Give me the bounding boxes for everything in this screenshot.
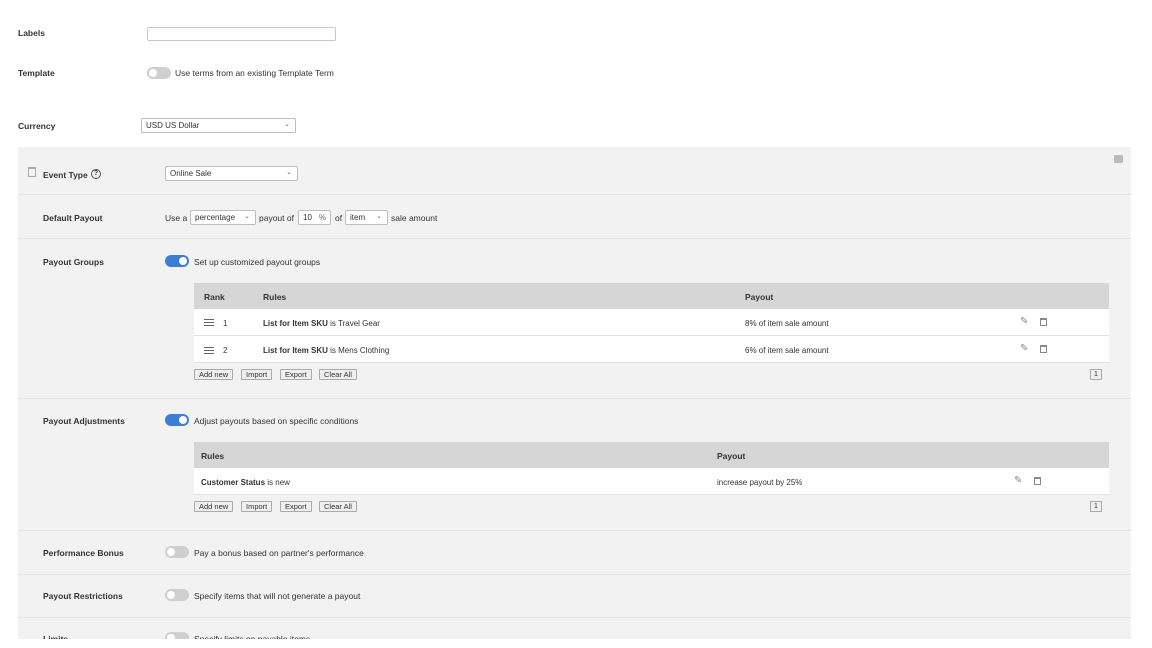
payout-restrictions-label: Payout Restrictions	[43, 591, 123, 601]
divider	[18, 398, 1131, 399]
payout-adjustments-table-header: Rules Payout	[194, 442, 1109, 468]
divider	[18, 194, 1131, 195]
edit-icon[interactable]: ✎	[1020, 343, 1028, 354]
add-new-button[interactable]: Add new	[194, 501, 234, 512]
payout-restrictions-toggle[interactable]	[165, 589, 189, 601]
clear-all-button[interactable]: Clear All	[319, 369, 357, 380]
trash-icon[interactable]	[1040, 318, 1047, 326]
export-button[interactable]: Export	[280, 501, 312, 512]
row-payout: 8% of item sale amount	[745, 319, 829, 328]
template-toggle[interactable]	[147, 67, 171, 79]
import-button[interactable]: Import	[241, 369, 273, 380]
payout-groups-table-header: Rank Rules Payout	[194, 283, 1109, 309]
page-bottom-mask	[0, 639, 1152, 648]
row-rank: 2	[223, 346, 228, 355]
performance-bonus-label: Performance Bonus	[43, 548, 124, 558]
payout-type-value: percentage	[195, 213, 236, 222]
rule-value: is new	[267, 478, 290, 487]
row-rule: Customer Status is new	[201, 478, 290, 487]
event-type-select[interactable]: Online Sale ⌄	[165, 166, 298, 181]
row-rule: List for Item SKU is Travel Gear	[263, 319, 380, 328]
row-rule: List for Item SKU is Mens Clothing	[263, 346, 389, 355]
payout-adjustments-toggle-text: Adjust payouts based on specific conditi…	[194, 416, 359, 426]
trash-icon[interactable]	[1040, 345, 1047, 353]
trash-icon[interactable]	[28, 167, 36, 177]
payout-groups-toggle[interactable]	[165, 255, 189, 267]
chevron-down-icon: ⌄	[286, 169, 292, 176]
chevron-down-icon: ⌄	[244, 213, 250, 220]
currency-label: Currency	[18, 121, 56, 131]
labels-label: Labels	[18, 28, 45, 38]
edit-icon[interactable]: ✎	[1020, 316, 1028, 327]
payout-restrictions-toggle-text: Specify items that will not generate a p…	[194, 591, 361, 601]
collapse-icon[interactable]	[1114, 155, 1123, 163]
edit-icon[interactable]: ✎	[1014, 475, 1022, 486]
chevron-down-icon: ⌄	[376, 213, 382, 220]
rule-value: is Mens Clothing	[330, 346, 390, 355]
pagination-button[interactable]: 1	[1090, 369, 1102, 380]
default-payout-prefix: Use a	[165, 213, 188, 223]
payout-adjustments-toggle[interactable]	[165, 414, 189, 426]
trash-icon[interactable]	[1034, 477, 1041, 485]
table-row[interactable]: Customer Status is new increase payout b…	[194, 468, 1109, 495]
column-header-payout: Payout	[745, 292, 774, 302]
drag-handle-icon[interactable]	[204, 319, 214, 326]
divider	[18, 617, 1131, 618]
drag-handle-icon[interactable]	[204, 347, 214, 354]
row-rank: 1	[223, 319, 228, 328]
divider	[18, 238, 1131, 239]
event-type-value: Online Sale	[170, 169, 212, 178]
currency-select[interactable]: USD US Dollar ⌄	[141, 118, 296, 133]
percent-unit: %	[318, 213, 326, 222]
default-payout-suffix: sale amount	[391, 213, 438, 223]
performance-bonus-toggle-text: Pay a bonus based on partner's performan…	[194, 548, 364, 558]
payout-basis-value: item	[350, 213, 366, 222]
template-label: Template	[18, 68, 55, 78]
rule-key: List for Item SKU	[263, 346, 328, 355]
rule-key: Customer Status	[201, 478, 266, 487]
payout-amount-value: 10	[303, 213, 312, 222]
performance-bonus-toggle[interactable]	[165, 546, 189, 558]
payout-amount-input[interactable]: 10 %	[298, 210, 331, 225]
payout-type-select[interactable]: percentage ⌄	[190, 210, 256, 225]
clear-all-button[interactable]: Clear All	[319, 501, 357, 512]
column-header-rank: Rank	[204, 292, 225, 302]
payout-adjustments-label: Payout Adjustments	[43, 416, 125, 426]
payout-basis-select[interactable]: item ⌄	[345, 210, 388, 225]
payout-groups-toggle-text: Set up customized payout groups	[194, 257, 321, 267]
template-toggle-text: Use terms from an existing Template Term	[175, 68, 334, 78]
divider	[18, 530, 1131, 531]
table-row[interactable]: 1 List for Item SKU is Travel Gear 8% of…	[194, 309, 1109, 336]
row-payout: increase payout by 25%	[717, 478, 803, 487]
payout-groups-label: Payout Groups	[43, 257, 104, 267]
pagination-button[interactable]: 1	[1090, 501, 1102, 512]
default-payout-middle: payout of	[259, 213, 294, 223]
divider	[18, 574, 1131, 575]
row-payout: 6% of item sale amount	[745, 346, 829, 355]
export-button[interactable]: Export	[280, 369, 312, 380]
default-payout-of: of	[335, 213, 343, 223]
help-icon[interactable]: ?	[91, 169, 101, 179]
table-row[interactable]: 2 List for Item SKU is Mens Clothing 6% …	[194, 336, 1109, 363]
rule-key: List for Item SKU	[263, 319, 328, 328]
column-header-rules: Rules	[201, 451, 225, 461]
rule-value: is Travel Gear	[330, 319, 380, 328]
event-type-label: Event Type	[43, 170, 88, 180]
labels-input[interactable]	[147, 27, 336, 41]
column-header-rules: Rules	[263, 292, 287, 302]
chevron-down-icon: ⌄	[284, 121, 290, 128]
default-payout-label: Default Payout	[43, 213, 103, 223]
currency-value: USD US Dollar	[146, 121, 200, 130]
column-header-payout: Payout	[717, 451, 746, 461]
import-button[interactable]: Import	[241, 501, 273, 512]
add-new-button[interactable]: Add new	[194, 369, 234, 380]
